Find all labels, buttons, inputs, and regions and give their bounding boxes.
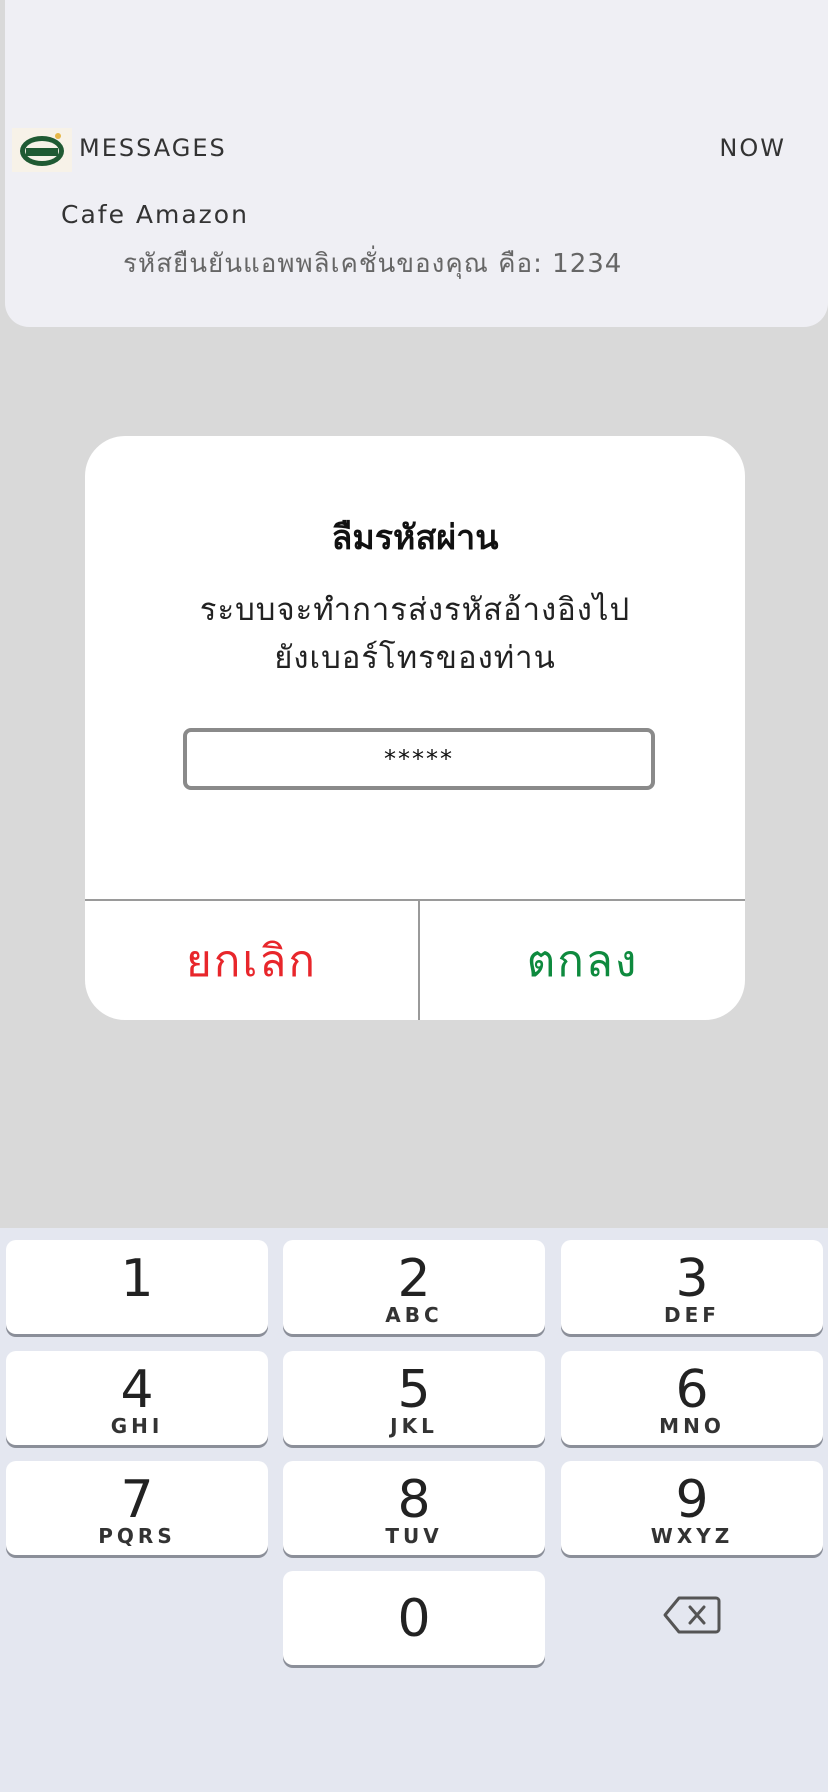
dialog-message: ระบบจะทำการส่งรหัสอ้างอิงไป ยังเบอร์โทรข… bbox=[145, 586, 685, 682]
key-4[interactable]: 4 GHI bbox=[6, 1351, 268, 1445]
key-letters: TUV bbox=[385, 1524, 443, 1548]
key-number: 5 bbox=[397, 1360, 431, 1420]
backspace-button[interactable] bbox=[660, 1590, 724, 1640]
dialog-message-line1: ระบบจะทำการส่งรหัสอ้างอิงไป bbox=[199, 592, 631, 628]
key-number: 0 bbox=[397, 1589, 431, 1649]
key-2[interactable]: 2 ABC bbox=[283, 1240, 545, 1334]
key-number: 6 bbox=[675, 1360, 709, 1420]
key-letters: ABC bbox=[385, 1303, 443, 1327]
cafe-amazon-logo-icon bbox=[12, 128, 72, 172]
notification-time: NOW bbox=[719, 134, 786, 162]
key-letters: JKL bbox=[390, 1414, 438, 1438]
key-9[interactable]: 9 WXYZ bbox=[561, 1461, 823, 1555]
reference-code-input[interactable]: ***** bbox=[183, 728, 655, 790]
key-letters: DEF bbox=[664, 1303, 720, 1327]
key-7[interactable]: 7 PQRS bbox=[6, 1461, 268, 1555]
key-letters: GHI bbox=[110, 1414, 164, 1438]
key-letters: PQRS bbox=[98, 1524, 176, 1548]
dialog-title: ลืมรหัสผ่าน bbox=[331, 518, 499, 558]
key-1[interactable]: 1 bbox=[6, 1240, 268, 1334]
key-number: 3 bbox=[675, 1249, 709, 1309]
key-letters: MNO bbox=[659, 1414, 725, 1438]
key-letters: WXYZ bbox=[650, 1524, 734, 1548]
ok-button[interactable]: ตกลง bbox=[420, 901, 745, 1020]
key-3[interactable]: 3 DEF bbox=[561, 1240, 823, 1334]
key-number: 2 bbox=[397, 1249, 431, 1309]
notification-header: MESSAGES NOW bbox=[5, 128, 828, 172]
dialog-message-line2: ยังเบอร์โทรของท่าน bbox=[274, 640, 556, 676]
key-number: 7 bbox=[120, 1470, 154, 1530]
notification-app-label: MESSAGES bbox=[79, 134, 227, 162]
key-number: 8 bbox=[397, 1470, 431, 1530]
notification-body: รหัสยืนยันแอพพลิเคชั่นของคุณ คือ: 1234 bbox=[123, 249, 623, 279]
key-5[interactable]: 5 JKL bbox=[283, 1351, 545, 1445]
forgot-password-dialog: ลืมรหัสผ่าน ระบบจะทำการส่งรหัสอ้างอิงไป … bbox=[85, 436, 745, 1020]
key-number: 9 bbox=[675, 1470, 709, 1530]
backspace-icon bbox=[663, 1596, 721, 1634]
notification-banner[interactable]: MESSAGES NOW Cafe Amazon รหัสยืนยันแอพพล… bbox=[5, 0, 828, 327]
cancel-button[interactable]: ยกเลิก bbox=[85, 901, 418, 1020]
numeric-keypad: 1 2 ABC 3 DEF 4 GHI 5 JKL 6 MNO 7 PQRS 8… bbox=[0, 1228, 828, 1792]
key-number: 4 bbox=[120, 1360, 154, 1420]
key-0[interactable]: 0 bbox=[283, 1571, 545, 1665]
key-8[interactable]: 8 TUV bbox=[283, 1461, 545, 1555]
notification-sender: Cafe Amazon bbox=[61, 200, 249, 229]
key-6[interactable]: 6 MNO bbox=[561, 1351, 823, 1445]
key-number: 1 bbox=[120, 1249, 154, 1309]
